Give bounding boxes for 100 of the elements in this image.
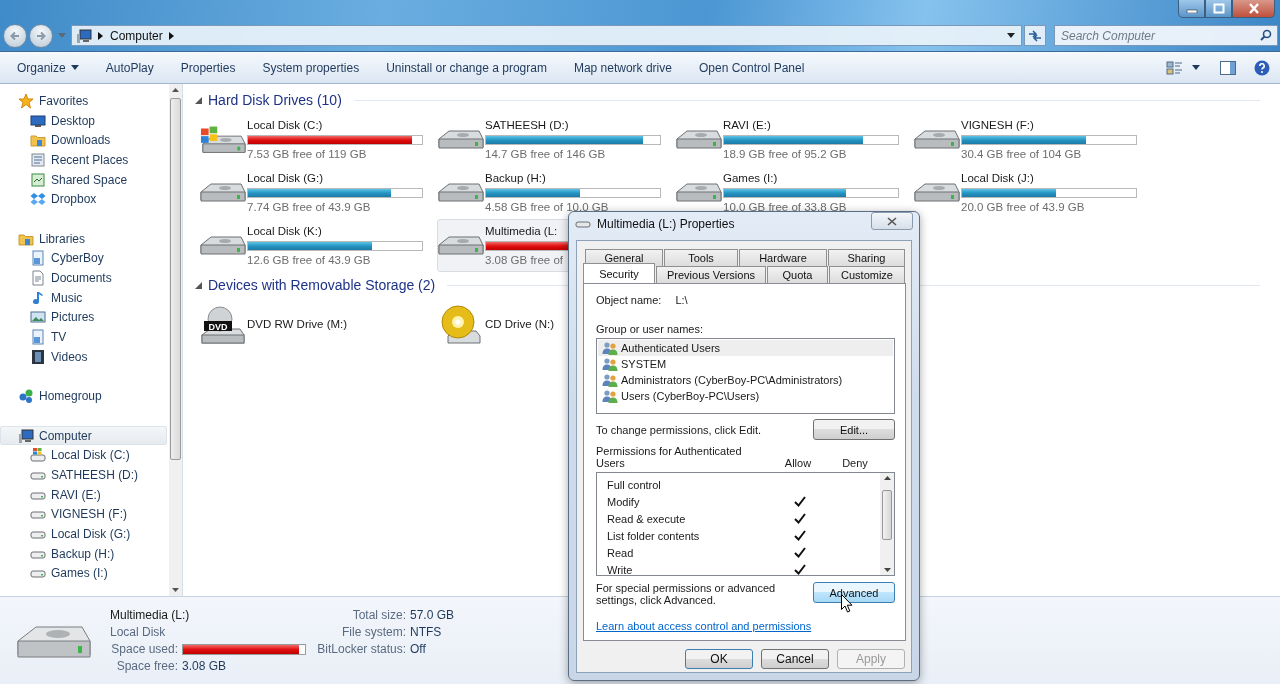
nav-item[interactable]: Dropbox <box>0 189 167 210</box>
group-heading[interactable]: Hard Disk Drives (10) <box>208 92 342 108</box>
scroll-up-icon[interactable] <box>883 476 891 480</box>
edit-button[interactable]: Edit... <box>813 419 895 440</box>
drive-tile[interactable]: SATHEESH (D:) 14.7 GB free of 146 GB <box>437 113 675 166</box>
field-label: Space used: <box>110 642 178 656</box>
scrollbar[interactable] <box>169 84 182 596</box>
toolbar-button[interactable]: Uninstall or change a program <box>377 55 556 80</box>
drive-icon <box>575 219 591 229</box>
refresh-button[interactable] <box>1024 25 1046 46</box>
maximize-button[interactable] <box>1205 0 1232 18</box>
tab[interactable]: Previous Versions <box>656 266 766 283</box>
collapse-icon[interactable] <box>195 281 202 289</box>
chevron-icon[interactable] <box>168 31 175 40</box>
nav-item[interactable]: RAVI (E:) <box>0 484 167 505</box>
toolbar-button[interactable]: AutoPlay <box>96 55 163 80</box>
close-button[interactable] <box>1232 0 1275 18</box>
tab[interactable]: Hardware <box>739 249 827 266</box>
scroll-down-icon[interactable] <box>883 568 891 572</box>
nav-item[interactable]: Computer <box>0 425 167 446</box>
user-item[interactable]: Administrators (CyberBoy-PC\Administrators) <box>598 372 893 388</box>
drive-name: SATHEESH (D:) <box>485 117 569 133</box>
breadcrumb[interactable]: Computer <box>110 28 163 43</box>
user-list[interactable]: Authenticated Users SYSTEM Administrators (CyberBoy-PC\Administrators) Users (CyberBoy-PC\Users) <box>596 338 895 414</box>
nav-item[interactable]: Desktop <box>0 110 167 131</box>
drive-tile[interactable]: Local Disk (C:) 7.53 GB free of 119 GB <box>199 113 437 166</box>
nav-item[interactable]: VIGNESH (F:) <box>0 504 167 525</box>
nav-item[interactable]: Favorites <box>0 91 167 111</box>
tab[interactable]: Customize <box>829 266 905 283</box>
drive-icon <box>200 183 246 202</box>
group-heading[interactable]: Devices with Removable Storage (2) <box>208 277 436 293</box>
desktop-icon <box>30 112 46 129</box>
dialog-button[interactable]: Cancel <box>761 649 829 669</box>
drive-tile[interactable]: Backup (H:) 4.58 GB free of 10.0 GB <box>437 166 675 219</box>
tab[interactable]: Quota <box>767 266 828 283</box>
nav-item[interactable]: Music <box>0 287 167 308</box>
collapse-icon[interactable] <box>195 96 202 104</box>
nav-item[interactable]: Videos <box>0 346 167 367</box>
tab[interactable]: Sharing <box>828 249 905 266</box>
user-item[interactable]: Users (CyberBoy-PC\Users) <box>598 388 893 404</box>
advanced-button[interactable]: Advanced <box>813 582 895 603</box>
users-icon <box>602 341 618 355</box>
free-space-text: 30.4 GB free of 104 GB <box>961 146 1082 162</box>
tab[interactable]: Tools <box>664 249 738 266</box>
caret-icon[interactable] <box>1007 33 1015 38</box>
nav-item[interactable]: Documents <box>0 268 167 288</box>
nav-item[interactable]: Pictures <box>0 307 167 328</box>
drive-tile[interactable]: DVD DVD RW Drive (M:) <box>199 298 437 351</box>
close-button[interactable] <box>871 212 913 230</box>
tab[interactable]: Security <box>583 263 655 283</box>
refresh-icon <box>1028 29 1042 42</box>
drive-icon <box>438 130 484 149</box>
search-field[interactable]: Search Computer <box>1054 25 1278 46</box>
drive-tile[interactable]: Local Disk (K:) 12.6 GB free of 43.9 GB <box>199 219 437 272</box>
caret-icon[interactable] <box>1192 65 1200 70</box>
forward-button[interactable] <box>29 23 53 48</box>
nav-item[interactable]: Recent Places <box>0 150 167 170</box>
nav-item[interactable]: Local Disk (G:) <box>0 524 167 544</box>
address-bar[interactable]: Computer <box>71 25 1022 46</box>
chevron-icon[interactable] <box>98 31 104 40</box>
back-button[interactable] <box>3 23 27 48</box>
toolbar-button[interactable]: System properties <box>253 55 369 80</box>
drive-name: Backup (H:) <box>485 170 546 186</box>
drive-name: RAVI (E:) <box>723 117 771 133</box>
drive-tile[interactable]: Local Disk (G:) 7.74 GB free of 43.9 GB <box>199 166 437 219</box>
box-icon <box>30 191 46 208</box>
help-link[interactable]: Learn about access control and permissions <box>596 620 812 632</box>
minimize-button[interactable] <box>1178 0 1205 18</box>
nav-item[interactable]: TV <box>0 327 167 347</box>
preview-pane-icon[interactable] <box>1220 60 1236 75</box>
help-icon[interactable] <box>1254 59 1270 76</box>
drive-tile[interactable]: Local Disk (J:) 20.0 GB free of 43.9 GB <box>913 166 1151 219</box>
search-icon[interactable] <box>1260 29 1272 41</box>
permission-name: Write <box>607 563 634 575</box>
view-options-icon[interactable] <box>1166 60 1184 75</box>
nav-item[interactable]: CyberBoy <box>0 248 167 269</box>
drive-name: Games (I:) <box>723 170 778 186</box>
nav-item[interactable]: Downloads <box>0 130 167 151</box>
drive-tile[interactable]: VIGNESH (F:) 30.4 GB free of 104 GB <box>913 113 1151 166</box>
nav-item[interactable]: SATHEESH (D:) <box>0 465 167 485</box>
nav-item[interactable]: Backup (H:) <box>0 543 167 564</box>
dialog-button[interactable]: OK <box>685 649 753 669</box>
scroll-up-icon[interactable] <box>172 88 179 92</box>
drive-tile[interactable]: Games (I:) 10.0 GB free of 33.8 GB <box>675 166 913 219</box>
nav-item[interactable]: Homegroup <box>0 386 167 406</box>
toolbar-button[interactable]: Map network drive <box>564 55 681 80</box>
toolbar-button[interactable]: Organize <box>8 55 88 80</box>
users-label: Group or user names: <box>596 323 704 335</box>
nav-item[interactable]: Libraries <box>0 228 167 249</box>
scroll-down-icon[interactable] <box>172 588 179 592</box>
drive-tile[interactable]: RAVI (E:) 18.9 GB free of 95.2 GB <box>675 113 913 166</box>
nav-item[interactable]: Games (I:) <box>0 563 167 584</box>
toolbar-button[interactable]: Properties <box>171 55 245 80</box>
field-value: 3.08 GB <box>182 659 228 673</box>
toolbar-button[interactable]: Open Control Panel <box>689 55 814 80</box>
scrollbar[interactable] <box>880 473 894 575</box>
nav-item[interactable]: Local Disk (C:) <box>0 445 167 466</box>
nav-item[interactable]: Shared Space <box>0 169 167 190</box>
user-item[interactable]: Authenticated Users <box>598 340 893 356</box>
user-item[interactable]: SYSTEM <box>598 356 893 372</box>
